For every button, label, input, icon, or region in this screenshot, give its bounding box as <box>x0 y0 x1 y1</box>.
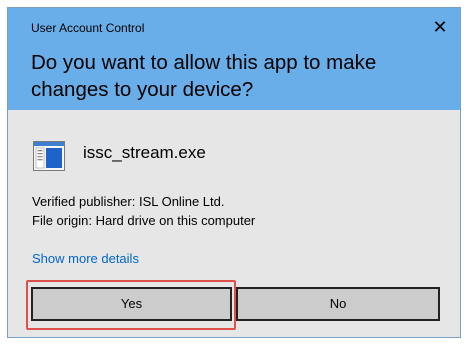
application-window-icon <box>33 141 65 171</box>
app-name: issc_stream.exe <box>83 143 206 162</box>
show-more-details-link[interactable]: Show more details <box>32 251 139 266</box>
file-origin: File origin: Hard drive on this computer <box>32 213 256 228</box>
no-button[interactable]: No <box>236 287 440 321</box>
close-icon[interactable]: ✕ <box>430 17 450 37</box>
yes-button[interactable]: Yes <box>31 287 232 321</box>
dialog-title: User Account Control <box>31 21 145 35</box>
uac-dialog: User Account Control ✕ Do you want to al… <box>7 7 461 338</box>
dialog-header: User Account Control ✕ Do you want to al… <box>8 8 460 110</box>
prompt-question: Do you want to allow this app to make ch… <box>31 51 377 101</box>
verified-publisher: Verified publisher: ISL Online Ltd. <box>32 194 225 209</box>
